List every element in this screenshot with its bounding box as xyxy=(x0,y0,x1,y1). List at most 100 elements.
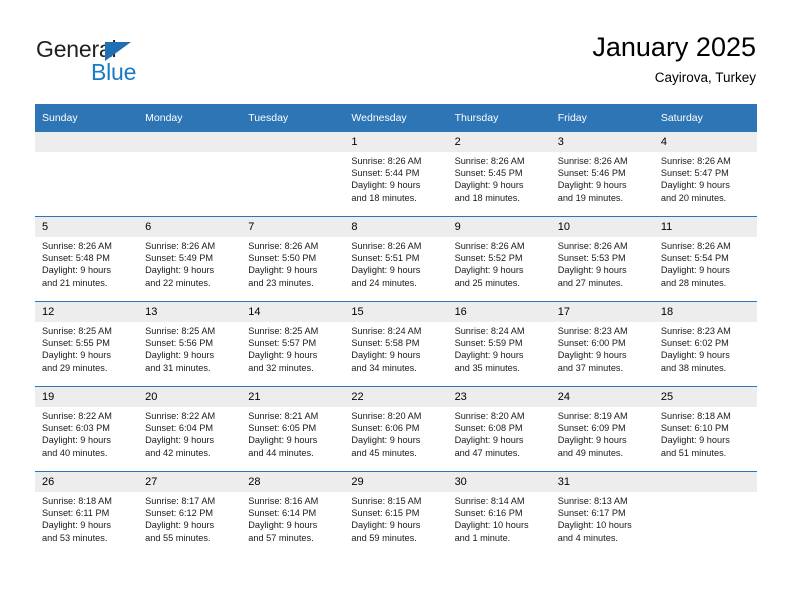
day-details: Sunrise: 8:18 AM Sunset: 6:11 PM Daylight:… xyxy=(35,492,138,544)
calendar-day-cell[interactable]: 27 Sunrise: 8:17 AM Sunset: 6:12 PM Dayligh… xyxy=(138,471,242,556)
calendar-day-cell[interactable]: 18 Sunrise: 8:23 AM Sunset: 6:02 PM Dayligh… xyxy=(653,301,757,387)
calendar-day-cell[interactable]: 28 Sunrise: 8:16 AM Sunset: 6:14 PM Dayligh… xyxy=(241,471,345,556)
calendar-day-cell[interactable]: 20 Sunrise: 8:22 AM Sunset: 6:04 PM Dayligh… xyxy=(138,386,242,472)
daylight-text: and 42 minutes. xyxy=(145,447,211,458)
day-details: Sunrise: 8:26 AM Sunset: 5:45 PM Daylight:… xyxy=(448,152,551,204)
sunset-text: Sunset: 5:55 PM xyxy=(42,338,110,349)
day-number: 20 xyxy=(138,387,242,407)
daylight-text: and 35 minutes. xyxy=(454,362,520,373)
calendar-day-cell[interactable]: 13 Sunrise: 8:25 AM Sunset: 5:56 PM Dayligh… xyxy=(138,301,242,387)
calendar-day-cell[interactable]: 15 Sunrise: 8:24 AM Sunset: 5:58 PM Dayligh… xyxy=(344,301,448,387)
sunset-text: Sunset: 6:17 PM xyxy=(557,508,626,519)
daylight-text: Daylight: 9 hours xyxy=(42,350,111,361)
day-details: Sunrise: 8:18 AM Sunset: 6:10 PM Daylight:… xyxy=(654,407,757,459)
daylight-text: and 51 minutes. xyxy=(660,447,727,458)
sunrise-text: Sunrise: 8:16 AM xyxy=(248,496,319,506)
day-details: Sunrise: 8:13 AM Sunset: 6:17 PM Daylight:… xyxy=(551,492,654,544)
daylight-text: and 49 minutes. xyxy=(557,447,624,458)
sunrise-text: Sunrise: 8:22 AM xyxy=(42,411,112,421)
daylight-text: Daylight: 9 hours xyxy=(248,350,318,361)
weekday-header-friday: Friday xyxy=(550,104,654,132)
daylight-text: Daylight: 9 hours xyxy=(454,435,524,446)
sunrise-text: Sunrise: 8:13 AM xyxy=(557,496,628,506)
sunset-text: Sunset: 5:56 PM xyxy=(145,338,214,349)
daylight-text: Daylight: 10 hours xyxy=(454,520,529,531)
calendar-day-cell[interactable]: 6 Sunrise: 8:26 AM Sunset: 5:49 PM Daylight… xyxy=(138,216,242,302)
calendar-day-cell[interactable]: 8 Sunrise: 8:26 AM Sunset: 5:51 PM Daylight… xyxy=(344,216,448,302)
day-number: 12 xyxy=(35,302,139,322)
sunset-text: Sunset: 6:04 PM xyxy=(145,423,214,434)
day-number: 21 xyxy=(241,387,345,407)
day-number: 18 xyxy=(653,302,757,322)
calendar-day-cell[interactable]: 4 Sunrise: 8:26 AM Sunset: 5:47 PM Daylight… xyxy=(653,132,757,217)
calendar-week-row: 1 Sunrise: 8:26 AM Sunset: 5:44 PM Daylight… xyxy=(35,132,757,217)
sunrise-text: Sunrise: 8:26 AM xyxy=(351,241,422,251)
calendar-day-cell[interactable]: 12 Sunrise: 8:25 AM Sunset: 5:55 PM Dayligh… xyxy=(35,301,139,387)
calendar-day-cell[interactable]: 25 Sunrise: 8:18 AM Sunset: 6:10 PM Dayligh… xyxy=(653,386,757,472)
sunrise-text: Sunrise: 8:15 AM xyxy=(351,496,422,506)
calendar-day-cell[interactable]: 19 Sunrise: 8:22 AM Sunset: 6:03 PM Dayligh… xyxy=(35,386,139,472)
calendar-day-cell[interactable]: 29 Sunrise: 8:15 AM Sunset: 6:15 PM Dayligh… xyxy=(344,471,448,556)
day-number: 28 xyxy=(241,472,345,492)
day-details: Sunrise: 8:26 AM Sunset: 5:53 PM Daylight:… xyxy=(551,237,654,289)
day-number xyxy=(138,132,242,152)
day-details: Sunrise: 8:25 AM Sunset: 5:57 PM Daylight:… xyxy=(241,322,344,374)
calendar-day-cell[interactable]: 7 Sunrise: 8:26 AM Sunset: 5:50 PM Daylight… xyxy=(241,216,345,302)
daylight-text: and 55 minutes. xyxy=(145,532,211,543)
day-details: Sunrise: 8:14 AM Sunset: 6:16 PM Daylight:… xyxy=(448,492,551,544)
day-details: Sunrise: 8:26 AM Sunset: 5:51 PM Daylight:… xyxy=(344,237,447,289)
sunset-text: Sunset: 6:12 PM xyxy=(145,508,214,519)
day-number: 29 xyxy=(344,472,448,492)
calendar-day-cell[interactable]: 26 Sunrise: 8:18 AM Sunset: 6:11 PM Dayligh… xyxy=(35,471,139,556)
calendar-day-cell[interactable]: 9 Sunrise: 8:26 AM Sunset: 5:52 PM Daylight… xyxy=(447,216,551,302)
sunrise-text: Sunrise: 8:20 AM xyxy=(454,411,525,421)
daylight-text: Daylight: 9 hours xyxy=(145,265,215,276)
sunset-text: Sunset: 6:16 PM xyxy=(454,508,523,519)
calendar-day-cell[interactable]: 5 Sunrise: 8:26 AM Sunset: 5:48 PM Daylight… xyxy=(35,216,139,302)
weekday-header-wednesday: Wednesday xyxy=(344,104,448,132)
calendar-day-cell[interactable]: 2 Sunrise: 8:26 AM Sunset: 5:45 PM Daylight… xyxy=(447,132,551,217)
calendar-day-cell[interactable]: 24 Sunrise: 8:19 AM Sunset: 6:09 PM Dayligh… xyxy=(550,386,654,472)
daylight-text: Daylight: 9 hours xyxy=(557,350,627,361)
day-details: Sunrise: 8:20 AM Sunset: 6:08 PM Daylight:… xyxy=(448,407,551,459)
sunset-text: Sunset: 5:50 PM xyxy=(248,253,317,264)
calendar-day-cell[interactable]: 14 Sunrise: 8:25 AM Sunset: 5:57 PM Dayligh… xyxy=(241,301,345,387)
calendar-day-cell[interactable]: 22 Sunrise: 8:20 AM Sunset: 6:06 PM Dayligh… xyxy=(344,386,448,472)
calendar-day-cell[interactable]: 31 Sunrise: 8:13 AM Sunset: 6:17 PM Dayligh… xyxy=(550,471,654,556)
sunrise-text: Sunrise: 8:22 AM xyxy=(145,411,216,421)
sunset-text: Sunset: 6:15 PM xyxy=(351,508,420,519)
day-details: Sunrise: 8:22 AM Sunset: 6:03 PM Daylight:… xyxy=(35,407,138,459)
calendar-day-cell[interactable]: 1 Sunrise: 8:26 AM Sunset: 5:44 PM Daylight… xyxy=(344,132,448,217)
daylight-text: and 28 minutes. xyxy=(660,277,727,288)
weekday-header-saturday: Saturday xyxy=(653,104,757,132)
daylight-text: Daylight: 9 hours xyxy=(454,265,524,276)
daylight-text: and 1 minute. xyxy=(454,532,511,543)
calendar-day-cell[interactable]: 11 Sunrise: 8:26 AM Sunset: 5:54 PM Dayligh… xyxy=(653,216,757,302)
calendar-day-cell[interactable]: 23 Sunrise: 8:20 AM Sunset: 6:08 PM Dayligh… xyxy=(447,386,551,472)
weekday-header-tuesday: Tuesday xyxy=(241,104,345,132)
daylight-text: Daylight: 9 hours xyxy=(248,435,318,446)
sunrise-text: Sunrise: 8:18 AM xyxy=(660,411,731,421)
day-number: 25 xyxy=(653,387,757,407)
daylight-text: Daylight: 9 hours xyxy=(557,435,627,446)
sunrise-text: Sunrise: 8:24 AM xyxy=(454,326,525,336)
sunrise-text: Sunrise: 8:26 AM xyxy=(145,241,216,251)
day-number: 3 xyxy=(550,132,654,152)
location-subtitle: Cayirova, Turkey xyxy=(654,70,756,85)
sunrise-text: Sunrise: 8:25 AM xyxy=(42,326,112,336)
daylight-text: Daylight: 9 hours xyxy=(145,350,215,361)
calendar-day-cell[interactable]: 3 Sunrise: 8:26 AM Sunset: 5:46 PM Daylight… xyxy=(550,132,654,217)
page-title: January 2025 xyxy=(592,32,756,62)
calendar-day-cell[interactable]: 10 Sunrise: 8:26 AM Sunset: 5:53 PM Dayligh… xyxy=(550,216,654,302)
sunrise-sunset-calendar: Sunday Monday Tuesday Wednesday Thursday… xyxy=(35,104,757,556)
calendar-day-cell[interactable]: 21 Sunrise: 8:21 AM Sunset: 6:05 PM Dayligh… xyxy=(241,386,345,472)
day-number: 27 xyxy=(138,472,242,492)
calendar-day-cell[interactable]: 17 Sunrise: 8:23 AM Sunset: 6:00 PM Dayligh… xyxy=(550,301,654,387)
sunrise-text: Sunrise: 8:21 AM xyxy=(248,411,319,421)
sunset-text: Sunset: 5:54 PM xyxy=(660,253,729,264)
daylight-text: Daylight: 9 hours xyxy=(557,180,627,191)
calendar-day-cell[interactable]: 30 Sunrise: 8:14 AM Sunset: 6:16 PM Dayligh… xyxy=(447,471,551,556)
daylight-text: Daylight: 9 hours xyxy=(557,265,627,276)
daylight-text: and 21 minutes. xyxy=(42,277,108,288)
calendar-day-cell[interactable]: 16 Sunrise: 8:24 AM Sunset: 5:59 PM Dayligh… xyxy=(447,301,551,387)
